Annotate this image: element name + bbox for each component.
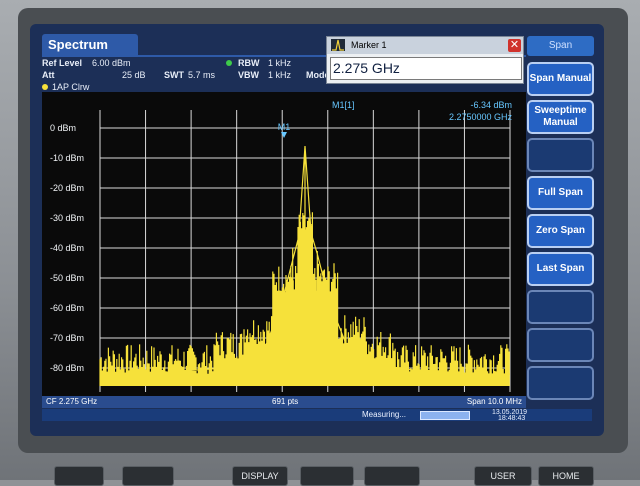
- trace-label: 1AP Clrw: [52, 82, 90, 92]
- marker-readout-frequency: 2.2750000 GHz: [449, 112, 513, 122]
- zero-span-button[interactable]: Zero Span: [527, 214, 594, 248]
- user-button[interactable]: USER: [474, 466, 532, 486]
- softkey-empty-9[interactable]: [527, 366, 594, 400]
- full-span-button[interactable]: Full Span: [527, 176, 594, 210]
- span-label: Span 10.0 MHz: [466, 397, 522, 406]
- vbw-value: 1 kHz: [268, 70, 292, 80]
- last-span-button[interactable]: Last Span: [527, 252, 594, 286]
- analyzer-screen: Spectrum Ref Level 6.00 dBm Att 25 dB SW…: [30, 24, 604, 436]
- y-tick-label: -70 dBm: [50, 333, 84, 343]
- y-tick-label: -80 dBm: [50, 363, 84, 373]
- status-bar: Measuring... 13.05.2019 18:48:43: [42, 409, 592, 422]
- att-label: Att: [42, 70, 55, 80]
- softkey-empty-7[interactable]: [527, 290, 594, 324]
- tab-spectrum[interactable]: Spectrum: [42, 34, 138, 56]
- vbw-label: VBW: [238, 70, 259, 80]
- rbw-label: RBW: [238, 58, 260, 68]
- marker-tag: M1: [278, 122, 291, 132]
- home-button[interactable]: HOME: [538, 466, 594, 486]
- status-time: 18:48:43: [498, 415, 526, 422]
- hardware-button-4[interactable]: [300, 466, 354, 486]
- swt-label: SWT: [164, 70, 184, 80]
- rbw-value: 1 kHz: [268, 58, 292, 68]
- marker-dialog-header: Marker 1 ✕: [327, 37, 523, 54]
- ref-level-label: Ref Level: [42, 58, 83, 68]
- hardware-button-2[interactable]: [122, 466, 174, 486]
- sweep-points-label: 691 pts: [272, 397, 299, 406]
- close-icon[interactable]: ✕: [508, 39, 521, 52]
- display-button[interactable]: DISPLAY: [232, 466, 288, 486]
- sweeptime-manual-button[interactable]: Sweeptime Manual: [527, 100, 594, 134]
- rbw-indicator-icon: [226, 60, 232, 66]
- softkey-empty-3[interactable]: [527, 138, 594, 172]
- marker-dialog-title: Marker 1: [351, 40, 387, 50]
- bottom-info-bar: CF 2.275 GHz 691 pts Span 10.0 MHz: [42, 396, 526, 408]
- y-tick-label: 0 dBm: [50, 123, 76, 133]
- swt-value: 5.7 ms: [188, 70, 216, 80]
- y-tick-label: -50 dBm: [50, 273, 84, 283]
- measuring-status: Measuring...: [362, 410, 407, 419]
- y-tick-label: -30 dBm: [50, 213, 84, 223]
- measurement-progress-bar: [420, 411, 470, 420]
- marker-dialog[interactable]: Marker 1 ✕ 2.275 GHz: [326, 36, 524, 84]
- y-tick-label: -60 dBm: [50, 303, 84, 313]
- y-tick-label: -10 dBm: [50, 153, 84, 163]
- trace-indicator-icon: [42, 84, 48, 90]
- marker-readout-level: -6.34 dBm: [470, 100, 512, 110]
- softkey-empty-8[interactable]: [527, 328, 594, 362]
- hardware-button-5[interactable]: [364, 466, 420, 486]
- softkey-menu-title: Span: [527, 36, 594, 56]
- spectrum-plot-area[interactable]: 0 dBm -10 dBm -20 dBm -30 dBm -40 dBm -50 dBm…: [42, 92, 526, 401]
- hardware-button-row: DISPLAY USER HOME: [0, 460, 640, 486]
- marker-frequency-input[interactable]: 2.275 GHz: [330, 57, 522, 80]
- att-value: 25 dB: [122, 70, 146, 80]
- ref-level-value: 6.00 dBm: [92, 58, 131, 68]
- y-tick-label: -20 dBm: [50, 183, 84, 193]
- spectrum-chart: 0 dBm -10 dBm -20 dBm -30 dBm -40 dBm -50 dBm…: [42, 92, 526, 396]
- y-tick-label: -40 dBm: [50, 243, 84, 253]
- hardware-button-1[interactable]: [54, 466, 104, 486]
- marker-peak-icon: [331, 39, 345, 51]
- marker-readout-name: M1[1]: [332, 100, 355, 110]
- center-frequency-label: CF 2.275 GHz: [46, 397, 98, 406]
- span-manual-button[interactable]: Span Manual: [527, 62, 594, 96]
